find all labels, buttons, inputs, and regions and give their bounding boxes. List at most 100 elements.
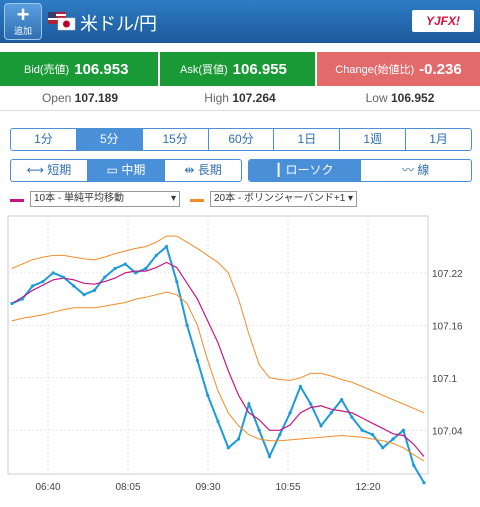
tab-medium-term[interactable]: ▭ 中期 (88, 160, 165, 181)
price-point (350, 415, 354, 419)
y-tick-label: 107.04 (432, 426, 463, 437)
us-jp-flag-icon (48, 12, 76, 31)
ma-legend-swatch (10, 199, 24, 202)
price-point (175, 279, 179, 284)
x-tick-label: 08:05 (115, 482, 140, 493)
line-chart-label: 線 (417, 163, 430, 177)
price-point (20, 297, 24, 301)
change-value: -0.236 (419, 60, 462, 78)
price-point (103, 275, 107, 279)
bid-value: 106.953 (74, 60, 129, 78)
long-term-label: 長期 (197, 163, 222, 177)
price-point (370, 433, 375, 437)
y-tick-label: 107.22 (432, 269, 463, 280)
price-point (319, 424, 323, 428)
price-point (61, 275, 66, 279)
high-stat: High 107.264 (160, 86, 320, 110)
title-bar: + 追加 米ドル/円 YJFX! (0, 0, 480, 43)
price-point (123, 262, 127, 266)
chevron-down-icon: ▾ (170, 193, 176, 204)
price-point (237, 437, 241, 441)
price-point (30, 284, 35, 288)
open-label: Open (41, 91, 72, 105)
tab-1min[interactable]: 1分 (11, 129, 77, 150)
price-stats: Open 107.189 High 107.264 Low 106.952 (0, 86, 480, 111)
bollinger-select[interactable]: 20本 - ボリンジャーバンド+1 ▾ (210, 191, 357, 207)
x-tick-label: 12:20 (355, 482, 380, 493)
tab-15min[interactable]: 15分 (143, 129, 209, 150)
change-quote: Change(始値比) -0.236 (317, 52, 480, 86)
timeframe-tabs: 1分 5分 15分 60分 1日 1週 1月 (10, 128, 472, 151)
short-term-label: 短期 (47, 163, 72, 177)
page-title: 米ドル/円 (80, 14, 158, 34)
change-label: Change(始値比) (335, 64, 415, 76)
expand-icon: ⇹ (184, 163, 198, 177)
price-point (113, 266, 117, 271)
ask-quote[interactable]: Ask(買値) 106.955 (160, 52, 315, 86)
price-point (288, 411, 292, 415)
price-point (144, 266, 148, 271)
open-stat: Open 107.189 (0, 86, 160, 110)
price-point (72, 284, 76, 288)
low-stat: Low 106.952 (320, 86, 480, 110)
high-label: High (204, 91, 229, 105)
tab-1month[interactable]: 1月 (406, 129, 471, 150)
tab-short-term[interactable]: ⟷ 短期 (11, 160, 88, 181)
bid-label: Bid(売値) (24, 64, 70, 76)
ask-value: 106.955 (232, 60, 287, 78)
price-point (164, 245, 169, 249)
price-point (340, 398, 344, 402)
price-point (247, 402, 251, 406)
tab-1day[interactable]: 1日 (274, 129, 341, 150)
tab-1week[interactable]: 1週 (340, 129, 407, 150)
price-point (216, 419, 220, 424)
price-point (206, 393, 210, 397)
medium-icon: ▭ (106, 163, 122, 177)
price-point (298, 384, 302, 389)
price-point (381, 446, 385, 450)
plus-icon: + (16, 2, 30, 27)
price-point (82, 293, 86, 297)
price-point (92, 288, 96, 292)
price-point (360, 428, 364, 432)
tab-60min[interactable]: 60分 (209, 129, 275, 150)
price-point (41, 279, 45, 284)
tab-5min[interactable]: 5分 (76, 129, 143, 150)
x-tick-label: 09:30 (195, 482, 220, 493)
ma-select[interactable]: 10本 - 単純平均移動 ▾ (30, 191, 180, 207)
candlestick-icon: ┃ (274, 163, 286, 177)
high-value: 107.264 (232, 91, 276, 105)
bollinger-legend-swatch (190, 199, 204, 202)
price-point (154, 253, 158, 257)
bid-quote[interactable]: Bid(売値) 106.953 (0, 52, 158, 86)
ma-select-value: 10本 - 単純平均移動 (34, 193, 125, 204)
price-point (309, 402, 313, 406)
bollinger-select-value: 20本 - ボリンジャーバンド+1 (214, 193, 346, 204)
low-label: Low (365, 91, 388, 105)
price-point (195, 358, 199, 362)
tab-long-term[interactable]: ⇹ 長期 (165, 160, 241, 181)
candlestick-label: ローソク (285, 163, 334, 177)
open-value: 107.189 (74, 91, 119, 105)
ask-label: Ask(買値) (180, 64, 228, 76)
price-chart[interactable]: 06:40 08:05 09:30 10:55 12:20 107.22 107.16 107… (0, 212, 480, 504)
price-point (329, 411, 333, 415)
price-point (278, 433, 282, 437)
add-button[interactable]: + 追加 (4, 3, 42, 40)
price-point (185, 323, 189, 327)
chart-svg[interactable]: 06:40 08:05 09:30 10:55 12:20 107.22 107.16 107… (0, 212, 480, 504)
price-point (134, 271, 138, 275)
price-point (226, 446, 230, 450)
medium-term-label: 中期 (121, 163, 146, 177)
price-point (51, 271, 55, 275)
y-tick-label: 107.1 (432, 374, 457, 385)
price-point (401, 428, 405, 432)
chart-style-tabs: ┃ ローソク 〰 線 (248, 159, 472, 182)
x-tick-label: 10:55 (275, 482, 300, 493)
brand-logo: YJFX! (412, 10, 474, 32)
price-point (391, 437, 395, 441)
price-point (257, 428, 261, 432)
tab-candlestick[interactable]: ┃ ローソク (249, 160, 361, 181)
line-chart-icon: 〰 (402, 163, 418, 177)
tab-line-chart[interactable]: 〰 線 (361, 160, 472, 181)
